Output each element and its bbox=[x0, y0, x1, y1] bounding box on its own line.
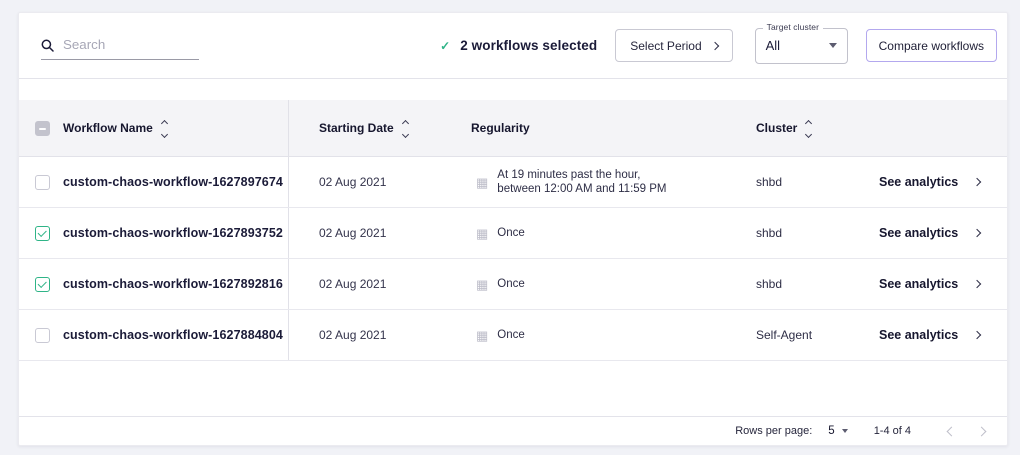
see-analytics-link[interactable]: See analytics bbox=[861, 328, 1007, 342]
cluster-name: shbd bbox=[756, 175, 782, 189]
calendar-icon bbox=[476, 278, 488, 291]
regularity-line1: Once bbox=[497, 226, 525, 240]
regularity-text: Once bbox=[497, 277, 525, 291]
pagination-range: 1-4 of 4 bbox=[874, 425, 911, 437]
column-regularity: Regularity bbox=[465, 121, 738, 135]
sort-workflow-name[interactable] bbox=[162, 119, 167, 137]
starting-date: 02 Aug 2021 bbox=[319, 226, 386, 240]
selection-summary: ✓ 2 workflows selected bbox=[440, 38, 597, 53]
rows-per-page-select[interactable]: 5 bbox=[828, 425, 847, 437]
workflow-name: custom-chaos-workflow-1627892816 bbox=[63, 277, 288, 291]
chevron-right-icon bbox=[973, 229, 981, 237]
column-cluster: Cluster bbox=[738, 119, 861, 137]
chevron-right-icon bbox=[710, 41, 718, 49]
regularity-line2: between 12:00 AM and 11:59 PM bbox=[497, 182, 666, 196]
caret-down-icon bbox=[829, 43, 837, 48]
selection-summary-text: 2 workflows selected bbox=[460, 38, 597, 53]
column-starting-date: Starting Date bbox=[288, 100, 465, 156]
select-period-label: Select Period bbox=[630, 39, 701, 53]
table-row: custom-chaos-workflow-1627892816 02 Aug … bbox=[19, 259, 1007, 310]
table-row: custom-chaos-workflow-1627884804 02 Aug … bbox=[19, 310, 1007, 361]
caret-down-icon bbox=[842, 429, 848, 433]
target-cluster-value: All bbox=[766, 38, 780, 53]
regularity-text: At 19 minutes past the hour, between 12:… bbox=[497, 168, 666, 196]
starting-date: 02 Aug 2021 bbox=[319, 328, 386, 342]
chevron-right-icon bbox=[973, 178, 981, 186]
starting-date: 02 Aug 2021 bbox=[319, 277, 386, 291]
column-workflow-name: Workflow Name bbox=[63, 119, 288, 137]
sort-cluster[interactable] bbox=[806, 119, 811, 137]
see-analytics-link[interactable]: See analytics bbox=[861, 175, 1007, 189]
table-row: custom-chaos-workflow-1627897674 02 Aug … bbox=[19, 157, 1007, 208]
workflow-name: custom-chaos-workflow-1627893752 bbox=[63, 226, 288, 240]
row-checkbox[interactable] bbox=[35, 328, 50, 343]
table-row: custom-chaos-workflow-1627893752 02 Aug … bbox=[19, 208, 1007, 259]
select-all-checkbox[interactable] bbox=[35, 121, 50, 136]
column-regularity-label: Regularity bbox=[471, 121, 530, 135]
row-checkbox[interactable] bbox=[35, 175, 50, 190]
regularity-text: Once bbox=[497, 226, 525, 240]
see-analytics-label: See analytics bbox=[879, 175, 958, 189]
target-cluster-select[interactable]: Target cluster All bbox=[755, 28, 848, 64]
regularity-line1: Once bbox=[497, 277, 525, 291]
workflow-name: custom-chaos-workflow-1627884804 bbox=[63, 328, 288, 342]
calendar-icon bbox=[476, 227, 488, 240]
regularity-line1: At 19 minutes past the hour, bbox=[497, 168, 666, 182]
select-period-button[interactable]: Select Period bbox=[615, 29, 732, 62]
rows-per-page-value: 5 bbox=[828, 425, 834, 437]
cluster-name: Self-Agent bbox=[756, 328, 812, 342]
calendar-icon bbox=[476, 176, 488, 189]
check-icon: ✓ bbox=[440, 39, 450, 53]
see-analytics-label: See analytics bbox=[879, 226, 958, 240]
column-cluster-label: Cluster bbox=[756, 121, 797, 135]
regularity-line1: Once bbox=[497, 328, 525, 342]
previous-page-button[interactable] bbox=[939, 419, 963, 443]
chevron-left-icon bbox=[946, 426, 956, 436]
chevron-right-icon bbox=[973, 331, 981, 339]
search-input[interactable] bbox=[63, 37, 183, 52]
calendar-icon bbox=[476, 329, 488, 342]
column-starting-date-label: Starting Date bbox=[319, 121, 394, 135]
rows-per-page-label: Rows per page: bbox=[735, 425, 812, 437]
workflows-panel: ✓ 2 workflows selected Select Period Tar… bbox=[18, 12, 1008, 446]
chevron-right-icon bbox=[976, 426, 986, 436]
compare-workflows-button[interactable]: Compare workflows bbox=[866, 29, 997, 62]
sort-starting-date[interactable] bbox=[403, 119, 408, 137]
table-footer: Rows per page: 5 1-4 of 4 bbox=[19, 416, 1007, 445]
see-analytics-link[interactable]: See analytics bbox=[861, 226, 1007, 240]
target-cluster-label: Target cluster bbox=[763, 22, 823, 32]
toolbar: ✓ 2 workflows selected Select Period Tar… bbox=[19, 13, 1007, 79]
compare-workflows-label: Compare workflows bbox=[879, 39, 984, 53]
column-workflow-name-label: Workflow Name bbox=[63, 121, 153, 135]
table-header: Workflow Name Starting Date Regularity C… bbox=[19, 100, 1007, 157]
cluster-name: shbd bbox=[756, 277, 782, 291]
search-icon bbox=[41, 39, 54, 52]
row-checkbox-checked[interactable] bbox=[35, 277, 50, 292]
cluster-name: shbd bbox=[756, 226, 782, 240]
starting-date: 02 Aug 2021 bbox=[319, 175, 386, 189]
chevron-right-icon bbox=[973, 280, 981, 288]
see-analytics-label: See analytics bbox=[879, 277, 958, 291]
see-analytics-link[interactable]: See analytics bbox=[861, 277, 1007, 291]
search-field[interactable] bbox=[41, 37, 199, 60]
row-checkbox-checked[interactable] bbox=[35, 226, 50, 241]
next-page-button[interactable] bbox=[969, 419, 993, 443]
regularity-text: Once bbox=[497, 328, 525, 342]
see-analytics-label: See analytics bbox=[879, 328, 958, 342]
workflow-name: custom-chaos-workflow-1627897674 bbox=[63, 175, 288, 189]
